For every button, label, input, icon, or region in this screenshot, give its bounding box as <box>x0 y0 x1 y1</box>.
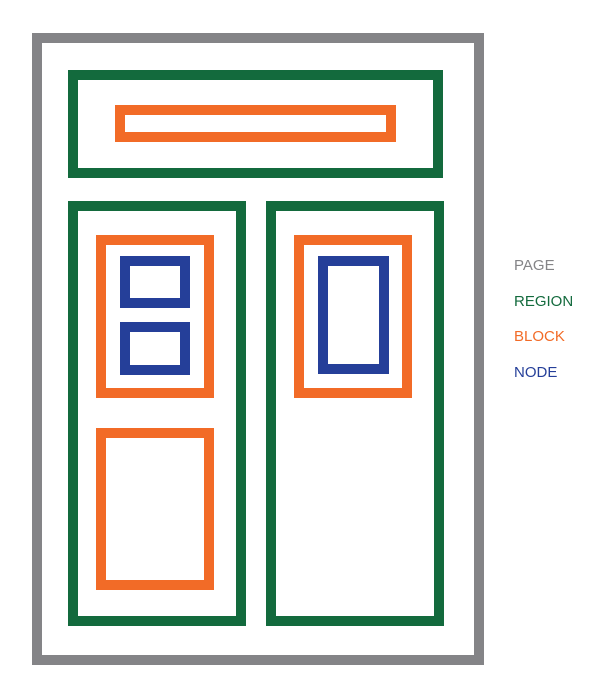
node-right <box>318 256 389 374</box>
legend-item-region: REGION <box>514 292 574 310</box>
node-left-bottom <box>120 322 190 375</box>
legend-item-page: PAGE <box>514 257 555 274</box>
block-header <box>115 105 396 142</box>
block-left-bottom <box>96 428 214 590</box>
node-left-top <box>120 256 190 308</box>
legend-item-node: NODE <box>514 363 558 381</box>
legend: PAGE REGION BLOCK NODE <box>514 256 604 398</box>
legend-item-block: BLOCK <box>514 328 565 345</box>
